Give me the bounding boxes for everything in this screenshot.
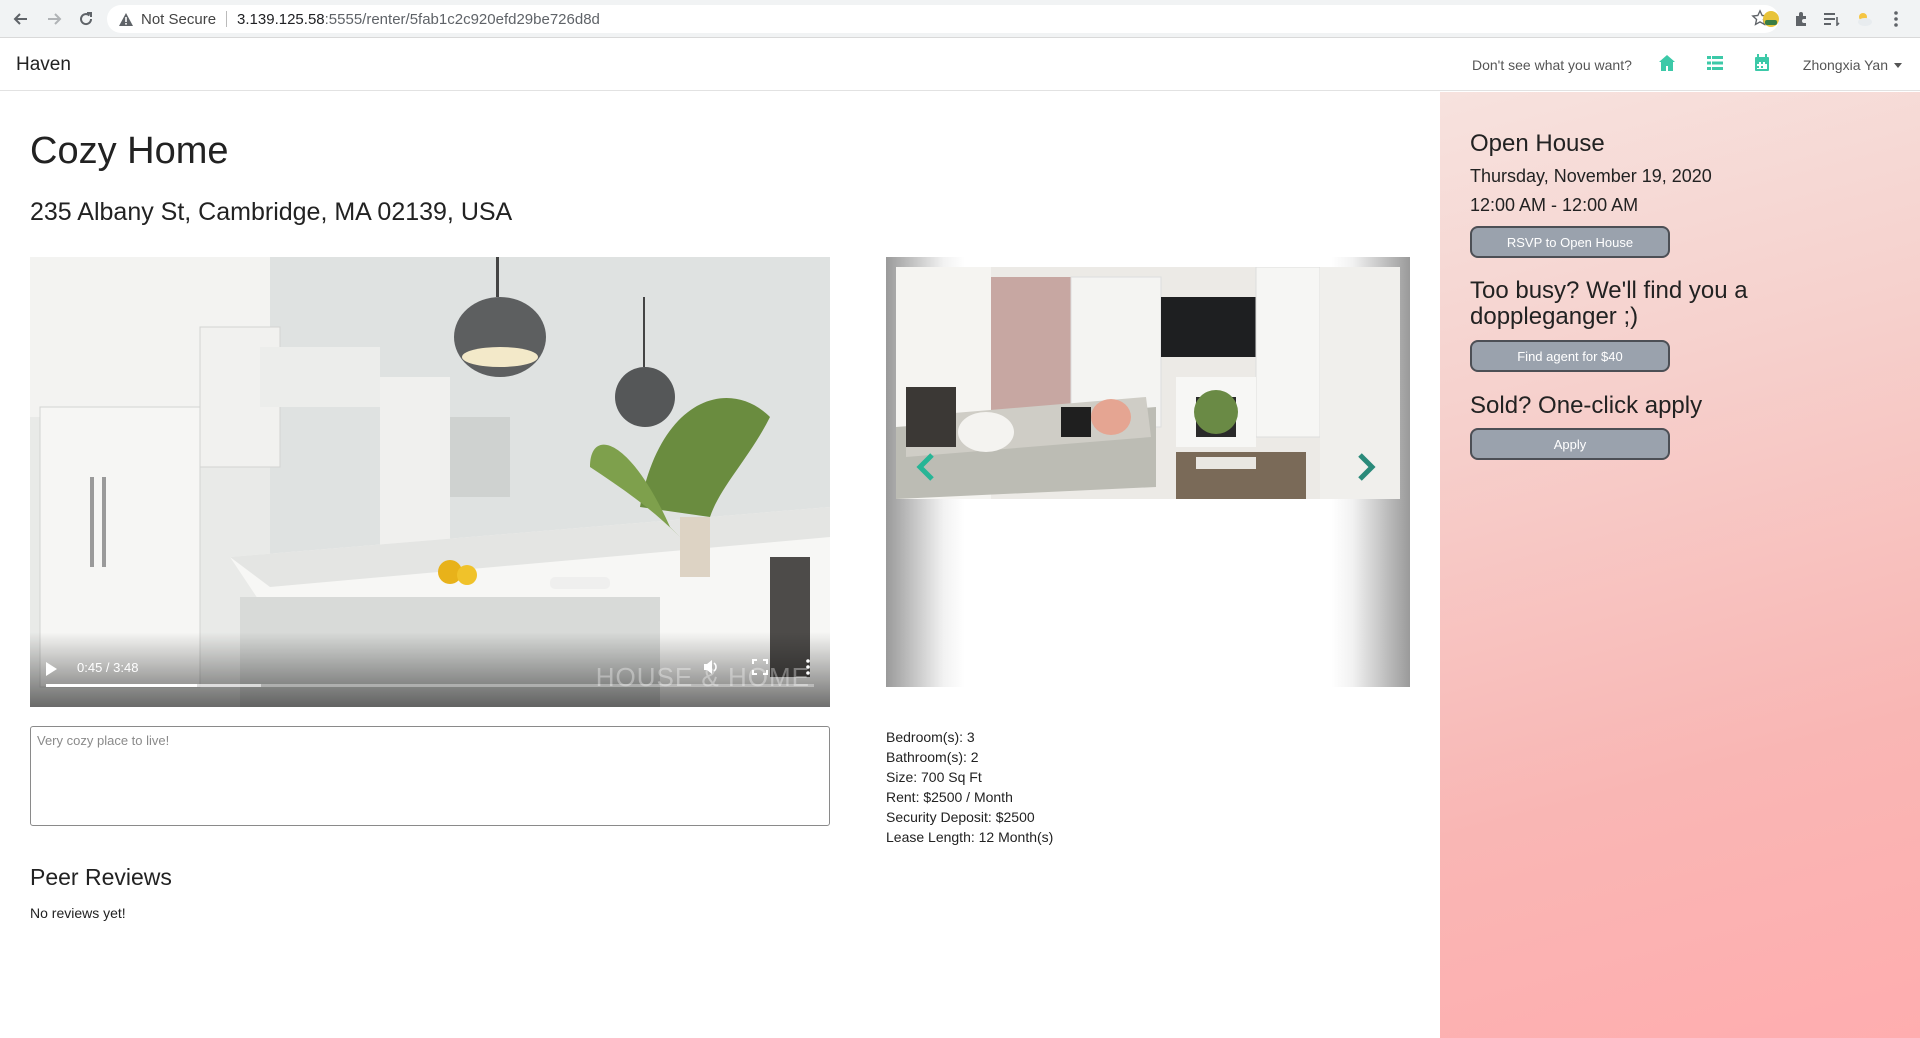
reload-button[interactable] — [75, 8, 97, 30]
browser-toolbar: Not Secure 3.139.125.58:5555/renter/5fab… — [0, 0, 1920, 38]
more-options-icon[interactable] — [806, 659, 810, 680]
user-name: Zhongxia Yan — [1802, 57, 1888, 73]
weather-extension-icon[interactable] — [1853, 8, 1875, 30]
video-played-bar — [46, 684, 197, 687]
listing-main: Cozy Home 235 Albany St, Cambridge, MA 0… — [0, 92, 1440, 1038]
warning-icon — [119, 12, 133, 26]
open-house-time: 12:00 AM - 12:00 AM — [1470, 195, 1639, 215]
home-icon[interactable] — [1658, 54, 1678, 74]
open-house-date: Thursday, November 19, 2020 — [1470, 166, 1712, 186]
url-host: 3.139.125.58 — [237, 10, 325, 28]
carousel-photo — [896, 267, 1400, 499]
actions-sidebar: Open House Thursday, November 19, 2020 1… — [1440, 92, 1920, 1038]
video-time-display: 0:45 / 3:48 — [77, 660, 139, 675]
detail-size: Size: 700 Sq Ft — [886, 769, 982, 785]
omnibox-divider — [226, 11, 228, 27]
listing-address: 235 Albany St, Cambridge, MA 02139, USA — [30, 198, 513, 226]
detail-rent: Rent: $2500 / Month — [886, 789, 1013, 805]
forward-arrow-icon — [48, 13, 62, 25]
find-agent-button[interactable]: Find agent for $40 — [1470, 340, 1670, 372]
no-reviews-text: No reviews yet! — [30, 905, 126, 921]
forward-button[interactable] — [43, 8, 65, 30]
listing-details: Bedroom(s): 3 Bathroom(s): 2 Size: 700 S… — [886, 727, 1053, 847]
photo-carousel — [886, 257, 1410, 687]
address-bar[interactable]: Not Secure 3.139.125.58:5555/renter/5fab… — [107, 5, 1779, 33]
calendar-icon[interactable] — [1754, 54, 1774, 74]
carousel-prev-icon[interactable] — [916, 452, 940, 482]
open-house-heading: Open House — [1470, 130, 1605, 157]
reading-list-icon[interactable] — [1821, 8, 1843, 30]
app-navbar: Haven Don't see what you want? Zhongxia … — [0, 38, 1920, 91]
detail-security-deposit: Security Deposit: $2500 — [886, 809, 1035, 825]
detail-bedrooms: Bedroom(s): 3 — [886, 729, 975, 745]
volume-icon[interactable] — [702, 658, 720, 681]
fullscreen-icon[interactable] — [752, 659, 768, 680]
play-icon[interactable] — [46, 662, 57, 676]
peer-reviews-heading: Peer Reviews — [30, 864, 172, 890]
list-icon[interactable] — [1706, 54, 1726, 74]
video-controls: 0:45 / 3:48 HOUSE & HOME — [30, 632, 830, 707]
caret-down-icon — [1894, 62, 1902, 68]
detail-lease-length: Lease Length: 12 Month(s) — [886, 829, 1054, 845]
user-menu-dropdown[interactable]: Zhongxia Yan — [1803, 57, 1902, 73]
brand-logo[interactable]: Haven — [16, 54, 71, 76]
description-textarea[interactable] — [30, 726, 830, 826]
rsvp-button[interactable]: RSVP to Open House — [1470, 226, 1670, 258]
listing-title: Cozy Home — [30, 130, 229, 172]
url-path: :5555/renter/5fab1c2c920efd29be726d8d — [324, 10, 600, 28]
extensions-puzzle-icon[interactable] — [1790, 8, 1812, 30]
back-button[interactable] — [10, 8, 32, 30]
browser-menu-icon[interactable] — [1885, 8, 1907, 30]
carousel-next-icon[interactable] — [1356, 452, 1380, 482]
request-listing-link[interactable]: Don't see what you want? — [1472, 57, 1632, 73]
detail-bathrooms: Bathroom(s): 2 — [886, 749, 979, 765]
apply-button[interactable]: Apply — [1470, 428, 1670, 460]
video-progress-bar[interactable] — [46, 684, 814, 687]
back-arrow-icon — [13, 13, 27, 25]
one-click-apply-heading: Sold? One-click apply — [1470, 392, 1703, 419]
extension-avatar-icon[interactable] — [1760, 8, 1782, 30]
doppleganger-heading: Too busy? We'll find you a doppleganger … — [1470, 277, 1748, 330]
listing-video-player[interactable]: 0:45 / 3:48 HOUSE & HOME — [30, 257, 830, 707]
reload-icon — [80, 12, 93, 26]
security-label[interactable]: Not Secure — [141, 11, 216, 28]
